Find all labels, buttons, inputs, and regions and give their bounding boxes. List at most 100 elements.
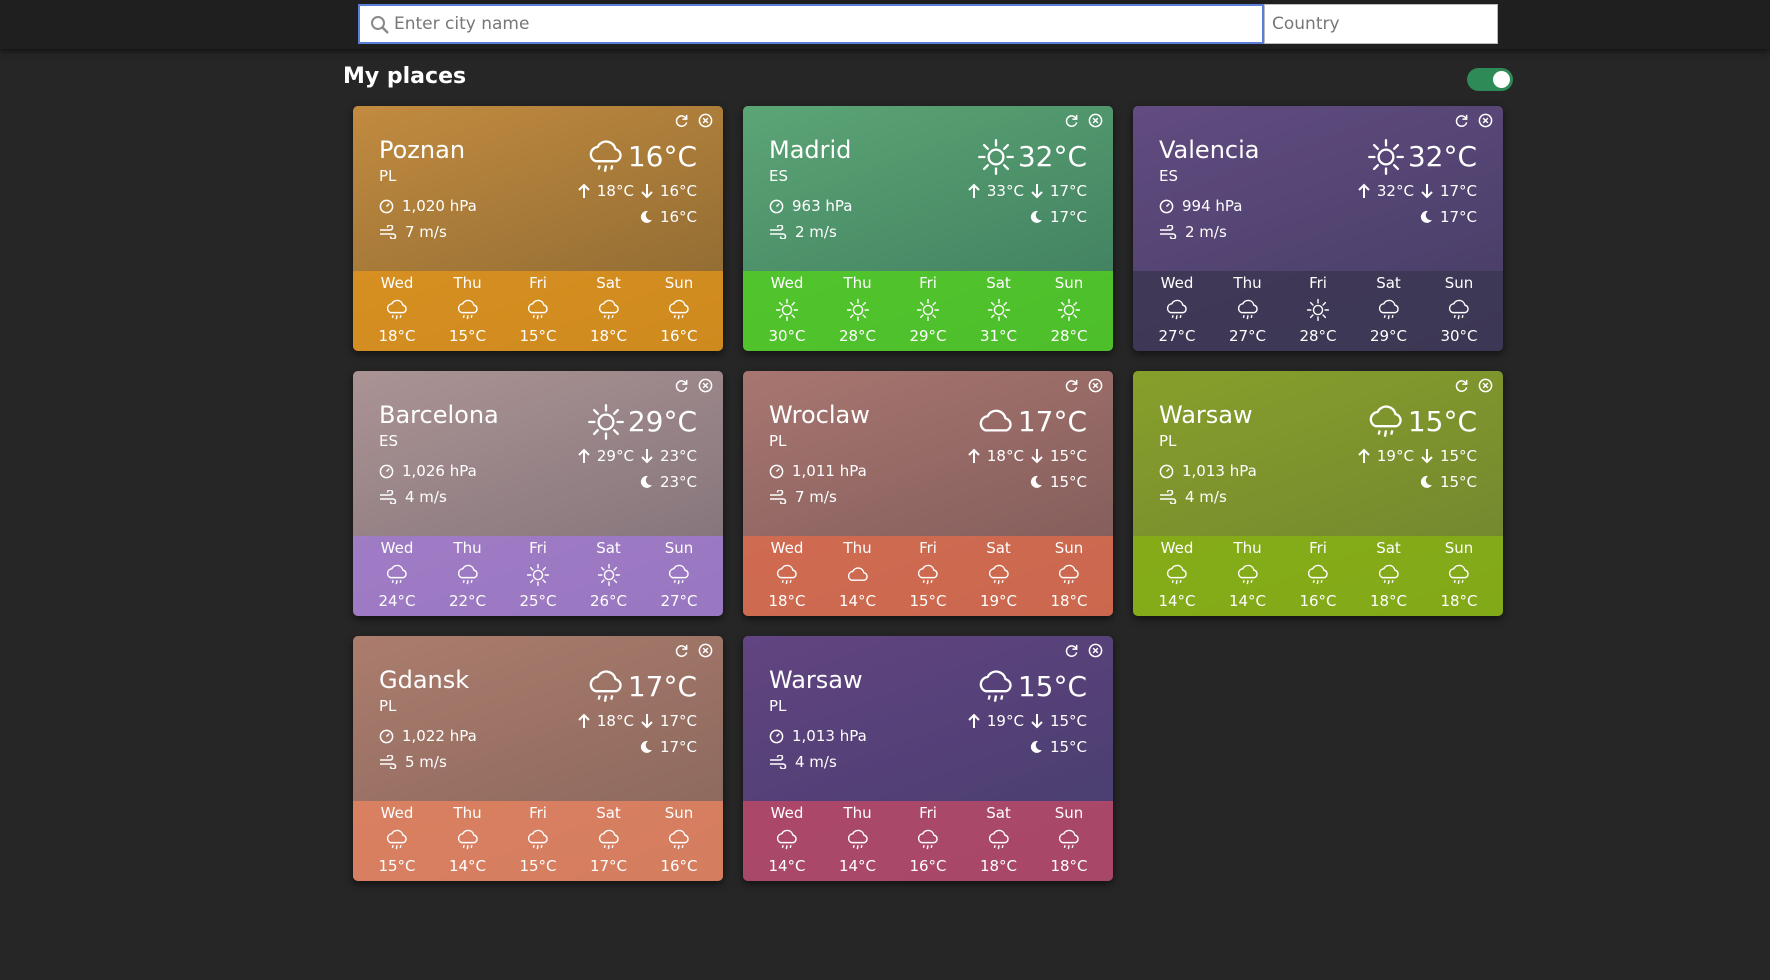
close-icon[interactable] [1088,643,1103,658]
max-temp: 32°C [1376,182,1414,200]
city-name: Madrid [769,136,852,164]
pressure-row: 1,020 hPa [379,197,477,215]
city-search-box[interactable] [358,4,1264,44]
pressure-row: 1,013 hPa [1159,462,1257,480]
forecast-day: Sun 18°C [1045,803,1093,881]
min-max-row: 18°C 16°C [577,182,697,200]
pressure-row: 963 hPa [769,197,852,215]
forecast-day-name: Fri [919,539,937,557]
place-card[interactable]: Barcelona ES 1,026 hPa 4 m/s 29°C 29°C 2… [353,371,723,616]
city-search-input[interactable] [360,6,1262,42]
forecast-day: Sat 17°C [585,803,633,881]
place-card[interactable]: Madrid ES 963 hPa 2 m/s 32°C 33°C 17°C 1… [743,106,1113,351]
refresh-icon[interactable] [674,643,689,658]
arrow-up-icon [1357,183,1371,199]
refresh-icon[interactable] [1454,113,1469,128]
max-temp: 19°C [1376,447,1414,465]
rain-icon [1365,295,1413,325]
place-card[interactable]: Wroclaw PL 1,011 hPa 7 m/s 17°C 18°C 15°… [743,371,1113,616]
rain-icon [834,825,882,855]
close-icon[interactable] [1478,113,1493,128]
refresh-icon[interactable] [1064,113,1079,128]
night-row: 15°C [1419,473,1477,491]
pressure-value: 1,020 hPa [402,197,477,215]
forecast-day-name: Wed [770,274,804,292]
night-row: 23°C [639,473,697,491]
current-temp: 32°C [1407,140,1477,173]
forecast-day: Wed 18°C [373,273,421,351]
forecast-day: Wed 18°C [763,538,811,616]
arrow-down-icon [1030,713,1044,729]
wind-row: 4 m/s [769,753,837,771]
close-icon[interactable] [1088,113,1103,128]
wind-icon [379,490,397,504]
rain-icon [655,825,703,855]
city-name: Gdansk [379,666,470,694]
wind-icon [1159,490,1177,504]
forecast-day-temp: 27°C [660,592,698,610]
sun-icon [975,136,1017,178]
night-temp: 15°C [1439,473,1477,491]
refresh-icon[interactable] [674,378,689,393]
sun-icon [585,401,627,443]
refresh-icon[interactable] [1064,643,1079,658]
close-icon[interactable] [698,643,713,658]
rain-icon [373,560,421,590]
wind-value: 5 m/s [405,753,447,771]
close-icon[interactable] [698,113,713,128]
forecast-day-name: Thu [453,274,482,292]
forecast-day-name: Wed [380,539,414,557]
night-row: 17°C [1419,208,1477,226]
rain-icon [763,560,811,590]
forecast-day-temp: 15°C [909,592,947,610]
city-name: Wroclaw [769,401,870,429]
forecast-day: Sat 18°C [585,273,633,351]
moon-icon [639,475,653,489]
forecast-day-name: Thu [843,274,872,292]
min-max-row: 19°C 15°C [967,712,1087,730]
close-icon[interactable] [1088,378,1103,393]
forecast-day: Thu 28°C [834,273,882,351]
place-card[interactable]: Poznan PL 1,020 hPa 7 m/s 16°C 18°C 16°C… [353,106,723,351]
max-temp: 18°C [596,182,634,200]
forecast-day: Sun 27°C [655,538,703,616]
forecast-day-name: Sat [596,539,621,557]
pressure-icon [379,464,394,479]
place-card[interactable]: Warsaw PL 1,013 hPa 4 m/s 15°C 19°C 15°C… [743,636,1113,881]
forecast-day: Thu 14°C [1224,538,1272,616]
refresh-icon[interactable] [1454,378,1469,393]
rain-icon [1045,560,1093,590]
min-max-row: 18°C 17°C [577,712,697,730]
arrow-down-icon [1030,448,1044,464]
refresh-icon[interactable] [1064,378,1079,393]
arrow-up-icon [967,713,981,729]
city-name: Valencia [1159,136,1260,164]
forecast-day-name: Fri [919,274,937,292]
place-card[interactable]: Valencia ES 994 hPa 2 m/s 32°C 32°C 17°C… [1133,106,1503,351]
close-icon[interactable] [698,378,713,393]
forecast-day-temp: 28°C [1050,327,1088,345]
rain-icon [585,666,627,708]
forecast-day: Sun 18°C [1045,538,1093,616]
forecast-day-temp: 24°C [378,592,416,610]
place-card[interactable]: Gdansk PL 1,022 hPa 5 m/s 17°C 18°C 17°C… [353,636,723,881]
close-icon[interactable] [1478,378,1493,393]
forecast-day-name: Fri [529,539,547,557]
moon-icon [1029,210,1043,224]
country-box[interactable] [1264,4,1498,44]
wind-row: 7 m/s [379,223,447,241]
pressure-value: 1,013 hPa [1182,462,1257,480]
country-input[interactable] [1265,5,1497,43]
forecast-day: Thu 27°C [1224,273,1272,351]
pressure-icon [769,199,784,214]
forecast-day-temp: 16°C [1299,592,1337,610]
refresh-icon[interactable] [674,113,689,128]
city-name: Barcelona [379,401,499,429]
forecast-day-name: Thu [843,539,872,557]
place-card[interactable]: Warsaw PL 1,013 hPa 4 m/s 15°C 19°C 15°C… [1133,371,1503,616]
min-max-row: 19°C 15°C [1357,447,1477,465]
forecast-day-name: Wed [1160,539,1194,557]
places-toggle[interactable] [1467,68,1513,91]
forecast-day: Fri 25°C [514,538,562,616]
forecast-day-temp: 15°C [519,327,557,345]
